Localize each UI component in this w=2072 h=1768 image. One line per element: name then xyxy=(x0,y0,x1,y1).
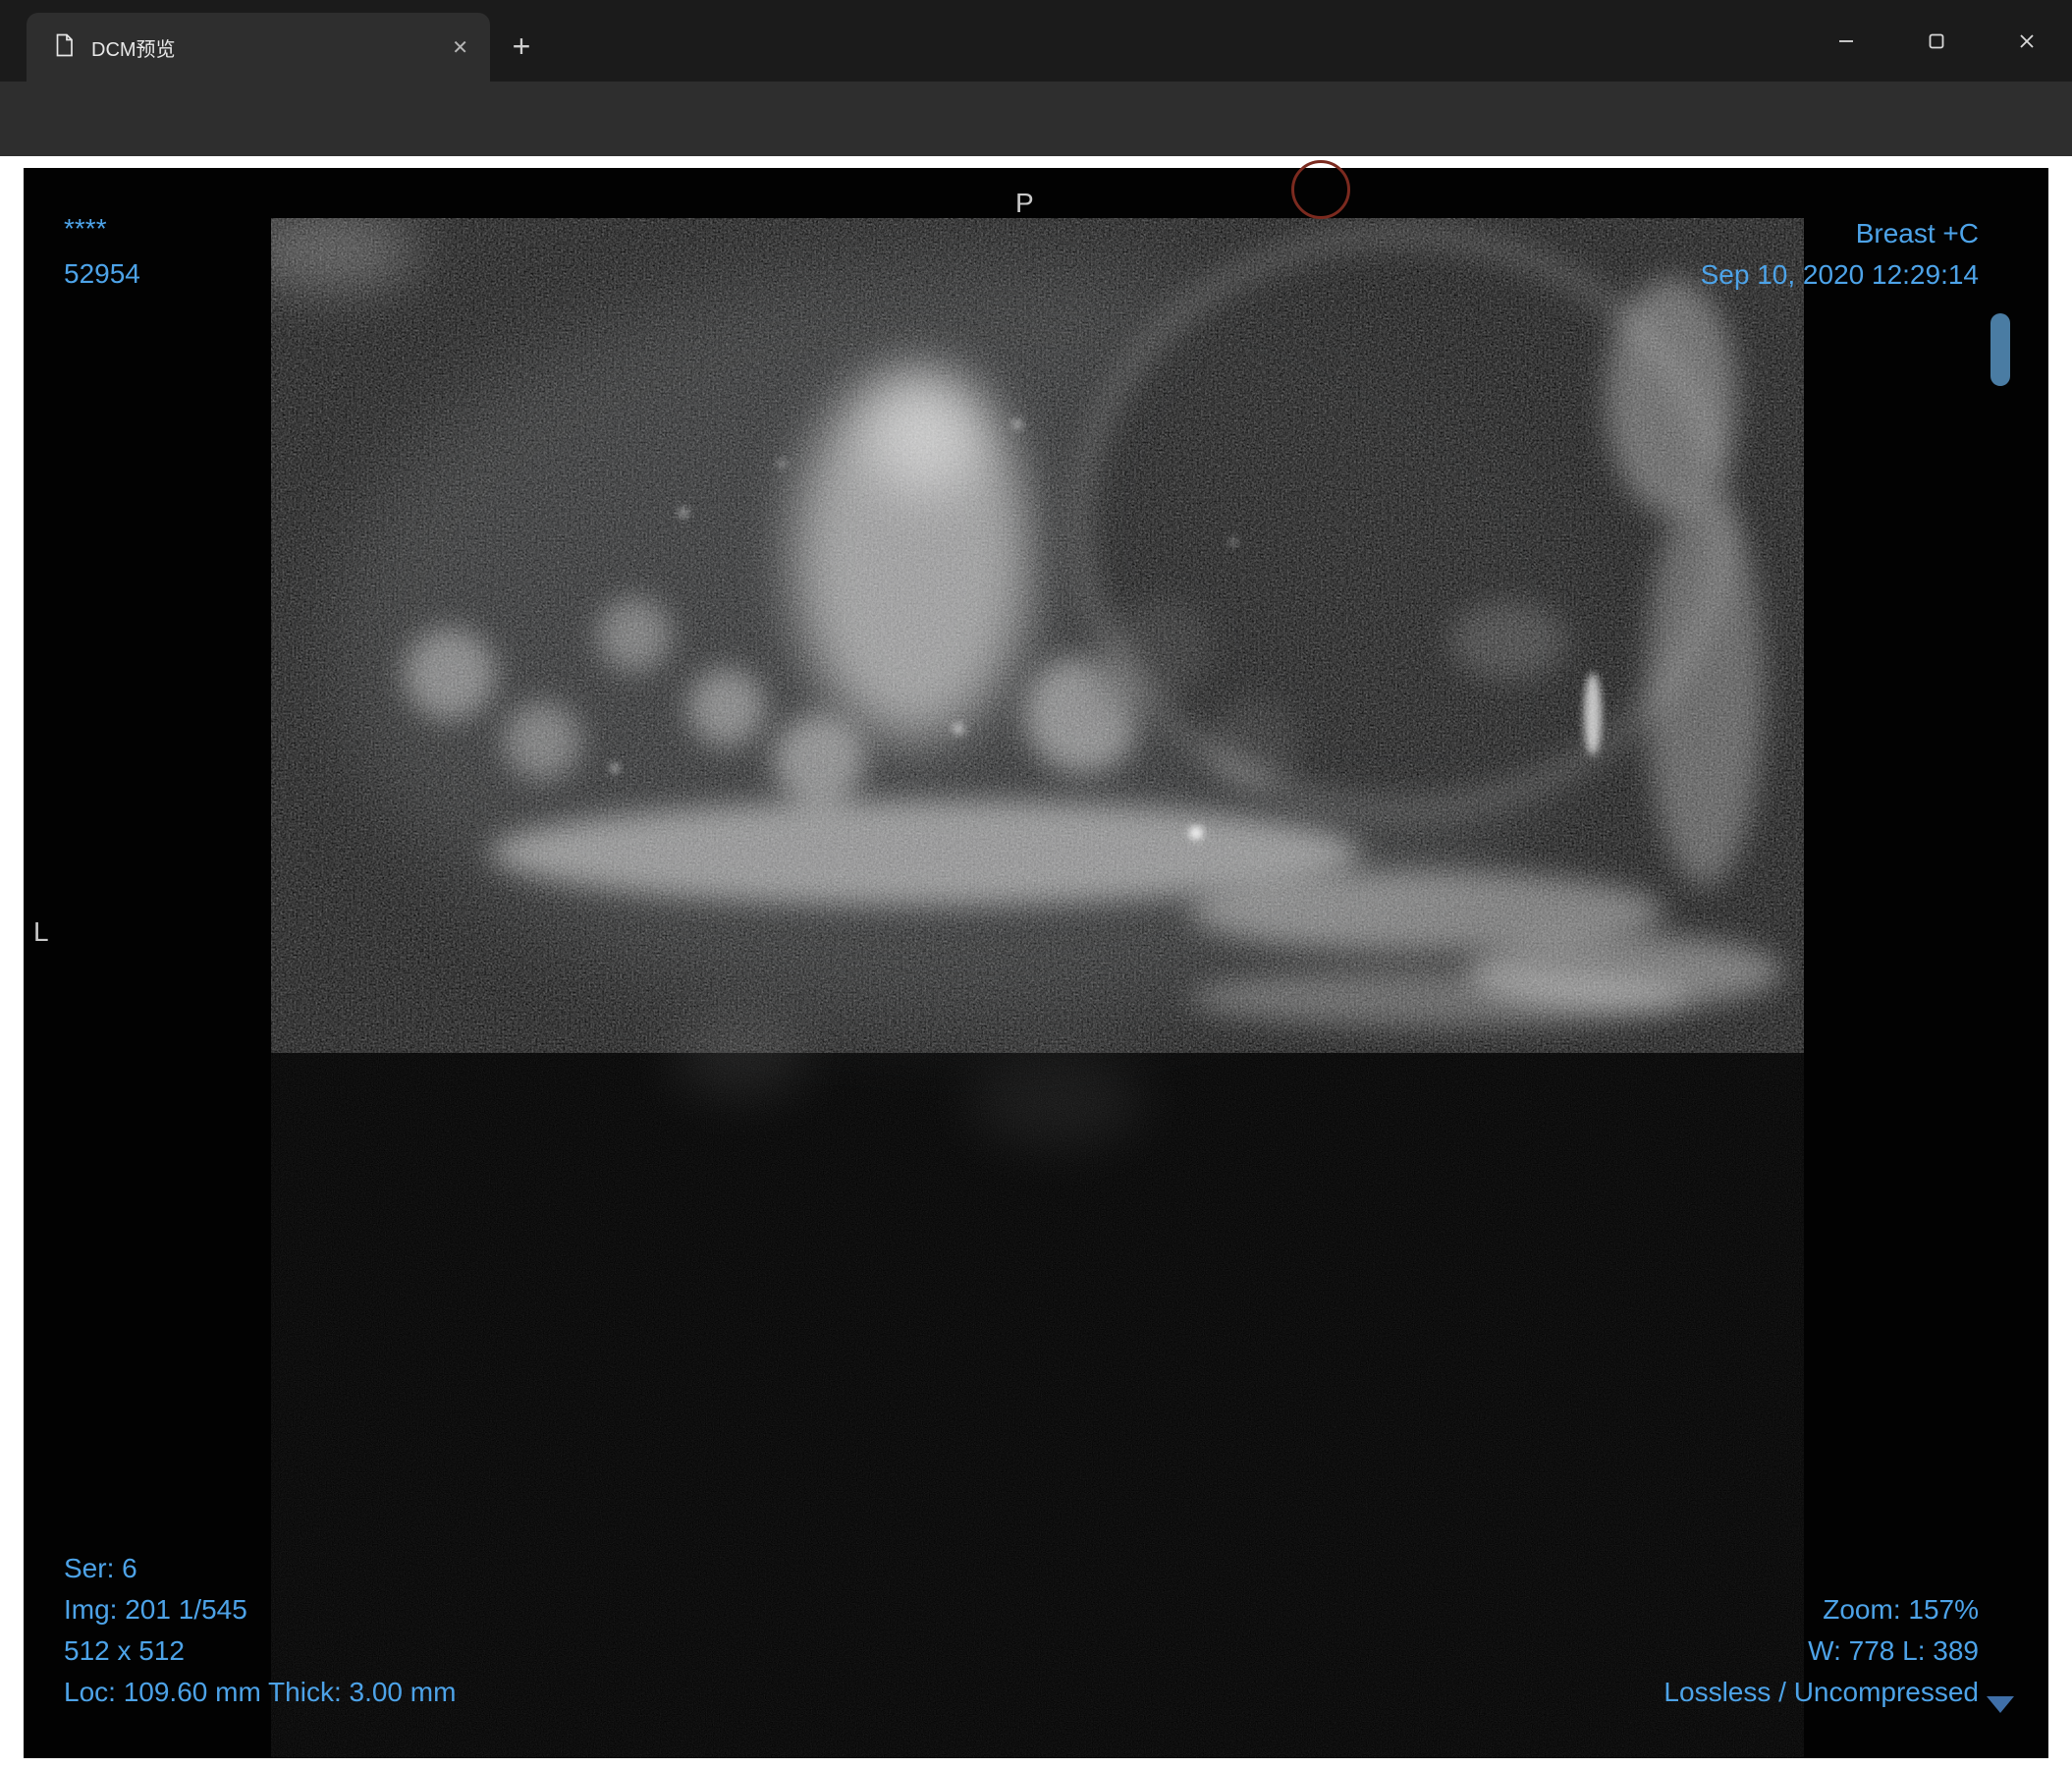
acquisition-datetime: Sep 10, 2020 12:29:14 xyxy=(1700,259,1979,290)
tab-title: DCM预览 xyxy=(91,38,176,61)
dicom-viewer: P L **** 52954 Breast +C Sep 10, 2020 12… xyxy=(24,168,2048,1758)
overlay-top-right: Breast +C Sep 10, 2020 12:29:14 xyxy=(1701,213,1979,296)
window-level: W: 778 L: 389 xyxy=(1808,1635,1979,1666)
mri-image[interactable] xyxy=(271,218,1804,1758)
window-controls xyxy=(1801,0,2072,82)
tab-strip: DCM预览 ✕ + xyxy=(0,0,2072,82)
matrix-size: 512 x 512 xyxy=(64,1635,185,1666)
orientation-marker-posterior: P xyxy=(1015,188,1034,218)
browser-window: DCM预览 ✕ + P L **** 52954 Breast +C Sep 1… xyxy=(0,0,2072,1768)
overlay-bottom-right: Zoom: 157% W: 778 L: 389 Lossless / Unco… xyxy=(1663,1589,1979,1713)
document-icon xyxy=(52,32,76,63)
zoom-level: Zoom: 157% xyxy=(1823,1594,1979,1625)
scroll-down-arrow[interactable] xyxy=(1987,1696,2014,1713)
close-window-button[interactable] xyxy=(1982,0,2072,82)
overlay-bottom-left: Ser: 6 Img: 201 1/545 512 x 512 Loc: 109… xyxy=(64,1548,456,1713)
series-number: Ser: 6 xyxy=(64,1553,137,1583)
image-number: Img: 201 1/545 xyxy=(64,1594,247,1625)
browser-toolbar: https://file.kkview.cn/onlinePreview?url… xyxy=(0,82,2072,229)
orientation-marker-left: L xyxy=(33,916,49,947)
study-description: Breast +C xyxy=(1855,218,1979,249)
page-background: P L **** 52954 Breast +C Sep 10, 2020 12… xyxy=(0,156,2072,1768)
minimize-button[interactable] xyxy=(1801,0,1891,82)
patient-id: 52954 xyxy=(64,258,140,289)
overlay-stars: **** xyxy=(64,213,107,244)
tab-dcm-preview[interactable]: DCM预览 ✕ xyxy=(27,13,490,82)
new-tab-button[interactable]: + xyxy=(499,24,544,69)
slice-location: Loc: 109.60 mm Thick: 3.00 mm xyxy=(64,1677,457,1707)
maximize-button[interactable] xyxy=(1891,0,1982,82)
scrollbar-thumb[interactable] xyxy=(1990,313,2010,386)
tab-close-button[interactable]: ✕ xyxy=(446,33,474,62)
annotation-circle xyxy=(1291,160,1350,219)
overlay-top-left: **** 52954 xyxy=(64,206,140,297)
compression-info: Lossless / Uncompressed xyxy=(1663,1677,1979,1707)
